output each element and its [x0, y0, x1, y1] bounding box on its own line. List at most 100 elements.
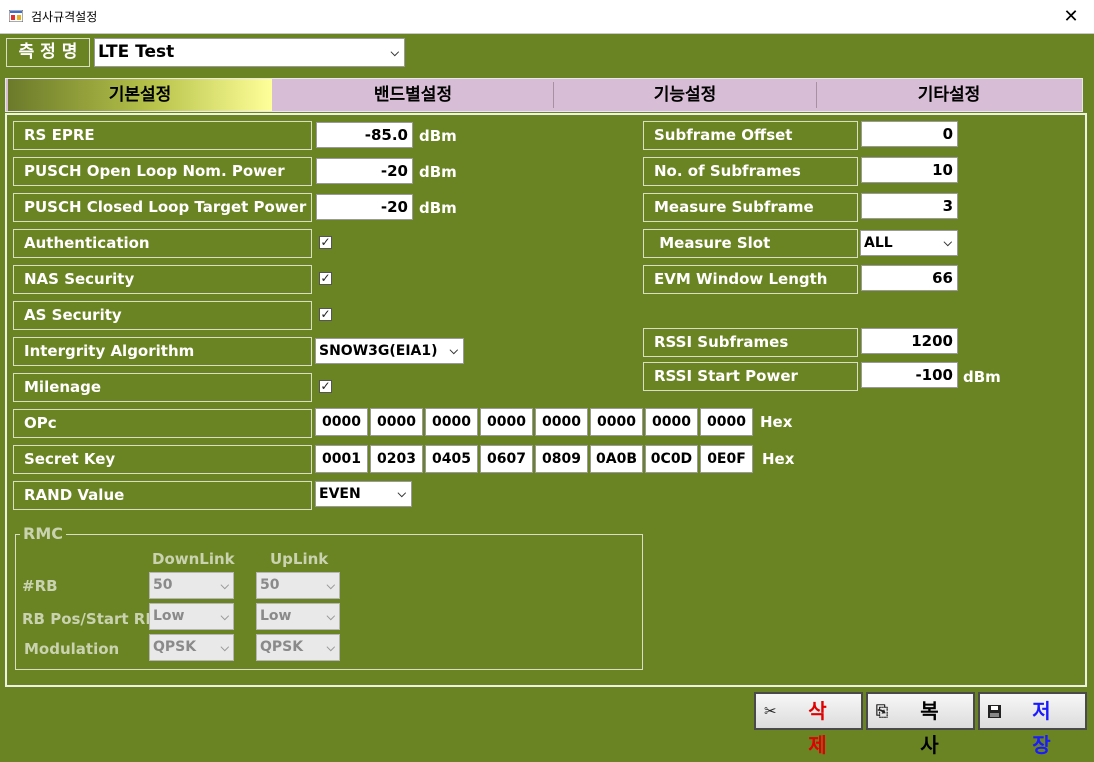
floppy-icon [988, 694, 1001, 728]
measure-slot-value: ALL [864, 235, 893, 251]
rb-uplink-select: 50 ⌵ [256, 572, 340, 599]
rb-label: #RB [22, 577, 58, 595]
chevron-down-icon: ⌵ [326, 579, 335, 592]
measurement-name-select[interactable]: LTE Test ⌵ [94, 38, 405, 67]
uplink-header: UpLink [270, 550, 329, 568]
rb-pos-downlink-select: Low ⌵ [149, 603, 234, 630]
modulation-downlink-select: QPSK ⌵ [149, 634, 234, 661]
secret-key-field[interactable]: 0405 [425, 445, 478, 473]
close-icon[interactable]: ✕ [1048, 0, 1094, 33]
integrity-algorithm-select[interactable]: SNOW3G(EIA1) ⌵ [315, 338, 464, 364]
tab-bar: 기본설정 밴드별설정 기능설정 기타설정 [5, 78, 1083, 112]
pusch-open-loop-input[interactable]: -20 [316, 158, 413, 184]
subframe-offset-label: Subframe Offset [643, 121, 858, 150]
rb-downlink-value: 50 [153, 577, 173, 593]
tab-band-settings[interactable]: 밴드별설정 [274, 79, 552, 111]
rssi-subframes-label: RSSI Subframes [643, 328, 858, 357]
chevron-down-icon: ⌵ [326, 610, 335, 623]
tab-function-settings[interactable]: 기능설정 [554, 79, 816, 111]
copy-button-label: 복사 [920, 699, 953, 757]
rssi-subframes-input[interactable]: 1200 [861, 328, 958, 354]
rb-pos-label: RB Pos/Start RB [22, 610, 157, 628]
pusch-closed-loop-unit: dBm [419, 199, 457, 217]
chevron-down-icon: ⌵ [220, 641, 229, 654]
milenage-label: Milenage [13, 373, 312, 402]
opc-field[interactable]: 0000 [315, 408, 368, 436]
authentication-checkbox[interactable]: ✓ [319, 236, 332, 249]
opc-field[interactable]: 0000 [480, 408, 533, 436]
rand-value-value: EVEN [319, 486, 361, 502]
as-security-checkbox[interactable]: ✓ [319, 308, 332, 321]
opc-field[interactable]: 0000 [370, 408, 423, 436]
modulation-label: Modulation [24, 640, 120, 658]
secret-key-field[interactable]: 0809 [535, 445, 588, 473]
secret-key-field[interactable]: 0C0D [645, 445, 698, 473]
tab-other-settings[interactable]: 기타설정 [817, 79, 1081, 111]
secret-key-field[interactable]: 0E0F [700, 445, 753, 473]
window-title: 검사규격설정 [31, 10, 98, 24]
chevron-down-icon: ⌵ [326, 641, 335, 654]
rs-epre-input[interactable]: -85.0 [316, 122, 413, 148]
rb-uplink-value: 50 [260, 577, 280, 593]
secret-key-field[interactable]: 0607 [480, 445, 533, 473]
rb-downlink-select: 50 ⌵ [149, 572, 234, 599]
modulation-uplink-select: QPSK ⌵ [256, 634, 340, 661]
rb-pos-downlink-value: Low [153, 608, 185, 624]
copy-button[interactable]: ⎘ 복사 [866, 692, 975, 757]
chevron-down-icon: ⌵ [397, 487, 406, 500]
rand-value-label: RAND Value [13, 481, 312, 510]
chevron-down-icon: ⌵ [390, 46, 399, 59]
modulation-downlink-value: QPSK [153, 639, 197, 655]
measurement-name-label: 측 정 명 [6, 38, 90, 67]
rssi-start-power-input[interactable]: -100 [861, 362, 958, 388]
measure-subframe-label: Measure Subframe [643, 193, 858, 222]
title-bar: 검사규격설정 ✕ [0, 0, 1094, 34]
save-button-label: 저장 [1032, 699, 1065, 757]
rssi-start-power-unit: dBm [963, 368, 1001, 386]
evm-window-length-input[interactable]: 66 [861, 265, 958, 291]
integrity-algorithm-label: Intergrity Algorithm [13, 337, 312, 366]
milenage-checkbox[interactable]: ✓ [319, 380, 332, 393]
authentication-label: Authentication [13, 229, 312, 258]
copy-icon: ⎘ [876, 702, 889, 720]
measure-slot-select[interactable]: ALL ⌵ [860, 230, 958, 256]
rssi-start-power-label: RSSI Start Power [643, 362, 858, 391]
secret-key-field[interactable]: 0001 [315, 445, 368, 473]
modulation-uplink-value: QPSK [260, 639, 304, 655]
nas-security-checkbox[interactable]: ✓ [319, 272, 332, 285]
save-button[interactable]: 저장 [978, 692, 1087, 757]
measure-subframe-input[interactable]: 3 [861, 193, 958, 219]
secret-key-label: Secret Key [13, 445, 312, 474]
chevron-down-icon: ⌵ [449, 344, 458, 357]
secret-key-field[interactable]: 0203 [370, 445, 423, 473]
opc-label: OPc [13, 409, 312, 438]
pusch-open-loop-unit: dBm [419, 163, 457, 181]
pusch-open-loop-label: PUSCH Open Loop Nom. Power [13, 157, 312, 186]
rs-epre-unit: dBm [419, 127, 457, 145]
opc-unit: Hex [760, 413, 793, 431]
subframe-offset-input[interactable]: 0 [861, 121, 958, 147]
opc-field[interactable]: 0000 [700, 408, 753, 436]
opc-field[interactable]: 0000 [535, 408, 588, 436]
as-security-label: AS Security [13, 301, 312, 330]
chevron-down-icon: ⌵ [220, 579, 229, 592]
nas-security-label: NAS Security [13, 265, 312, 294]
pusch-closed-loop-input[interactable]: -20 [316, 194, 413, 220]
no-of-subframes-input[interactable]: 10 [861, 157, 958, 183]
chevron-down-icon: ⌵ [220, 610, 229, 623]
secret-key-field[interactable]: 0A0B [590, 445, 643, 473]
rand-value-select[interactable]: EVEN ⌵ [315, 481, 412, 507]
delete-button-label: 삭제 [808, 699, 841, 757]
opc-field[interactable]: 0000 [590, 408, 643, 436]
tab-basic-settings[interactable]: 기본설정 [8, 79, 272, 111]
pusch-closed-loop-label: PUSCH Closed Loop Target Power [13, 193, 312, 222]
rb-pos-uplink-select: Low ⌵ [256, 603, 340, 630]
delete-button[interactable]: ✂ 삭제 [754, 692, 863, 757]
app-window-icon [9, 10, 23, 22]
rs-epre-label: RS EPRE [13, 121, 312, 150]
opc-field[interactable]: 0000 [645, 408, 698, 436]
rmc-group-title: RMC [20, 524, 66, 543]
secret-key-unit: Hex [762, 450, 795, 468]
opc-field[interactable]: 0000 [425, 408, 478, 436]
integrity-algorithm-value: SNOW3G(EIA1) [319, 343, 438, 359]
